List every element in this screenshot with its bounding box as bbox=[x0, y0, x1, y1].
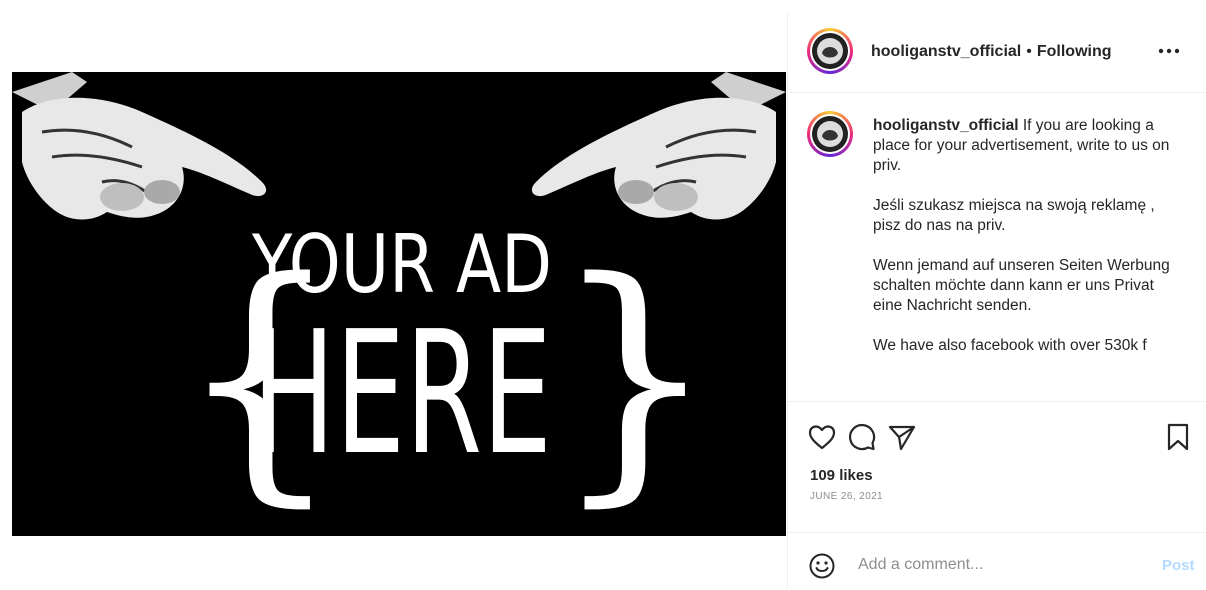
right-curly-brace: } bbox=[552, 227, 717, 529]
smiley-icon[interactable] bbox=[808, 552, 836, 580]
comment-bar: Post bbox=[788, 532, 1206, 590]
comment-input[interactable] bbox=[858, 550, 1148, 580]
following-button[interactable]: Following bbox=[1037, 43, 1112, 60]
caption-avatar[interactable] bbox=[807, 111, 853, 157]
caption-paragraph-1: hooliganstv_official If you are looking … bbox=[873, 116, 1183, 176]
header-user-line: hooliganstv_official • Following bbox=[871, 42, 1112, 62]
action-bar: 109 likes JUNE 26, 2021 bbox=[788, 401, 1206, 522]
post-header: hooliganstv_official • Following bbox=[788, 12, 1206, 93]
ad-line-2: HERE bbox=[252, 295, 552, 493]
paper-plane-icon[interactable] bbox=[887, 422, 917, 452]
header-username[interactable]: hooliganstv_official bbox=[871, 43, 1021, 60]
more-horizontal-icon[interactable] bbox=[1154, 41, 1184, 61]
post-side-panel: hooliganstv_official • Following hooliga… bbox=[787, 12, 1206, 589]
caption-area: hooliganstv_official If you are looking … bbox=[788, 93, 1206, 401]
separator-dot: • bbox=[1026, 43, 1032, 60]
instagram-post-view: { } YOUR AD HERE hooliganstv_official • Fo… bbox=[0, 0, 1206, 589]
likes-count[interactable]: 109 likes bbox=[810, 467, 873, 484]
ad-graphic: { } YOUR AD HERE bbox=[12, 72, 786, 536]
caption-username[interactable]: hooliganstv_official bbox=[873, 117, 1019, 134]
caption-text: hooliganstv_official If you are looking … bbox=[873, 116, 1183, 376]
heart-icon[interactable] bbox=[807, 422, 837, 452]
post-date[interactable]: JUNE 26, 2021 bbox=[810, 491, 883, 502]
profile-logo-icon bbox=[813, 117, 847, 151]
post-image[interactable]: { } YOUR AD HERE bbox=[12, 72, 786, 536]
avatar[interactable] bbox=[807, 28, 853, 74]
bookmark-icon[interactable] bbox=[1163, 422, 1193, 452]
caption-paragraph-4: We have also facebook with over 530k f bbox=[873, 337, 1147, 354]
profile-logo-icon bbox=[813, 34, 847, 68]
caption-paragraph-3: Wenn jemand auf unseren Seiten Werbung s… bbox=[873, 257, 1170, 314]
comment-icon[interactable] bbox=[847, 422, 877, 452]
post-button[interactable]: Post bbox=[1162, 557, 1195, 574]
caption-paragraph-2: Jeśli szukasz miejsca na swoją reklamę ,… bbox=[873, 197, 1155, 234]
